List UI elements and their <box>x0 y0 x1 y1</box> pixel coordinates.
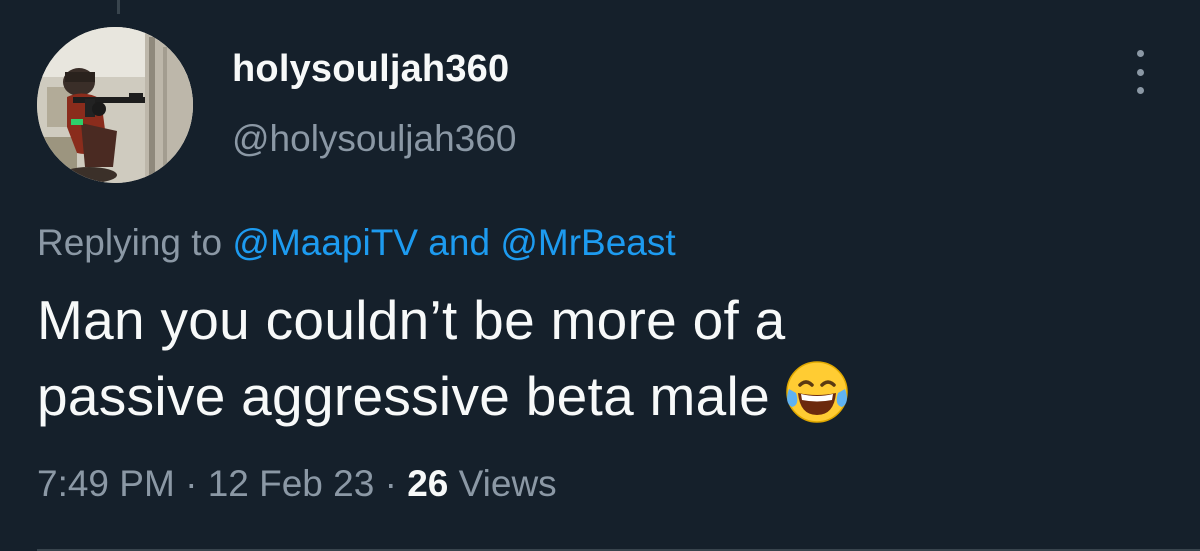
avatar-image <box>37 27 193 183</box>
meta-separator: · <box>384 463 397 504</box>
tweet-text-line-2: passive aggressive beta male <box>37 365 770 427</box>
mention-link-mrbeast[interactable]: @MrBeast <box>500 222 675 263</box>
avatar[interactable] <box>37 27 193 183</box>
thread-connector-line <box>117 0 120 14</box>
tweet-date[interactable]: 12 Feb 23 <box>208 463 375 504</box>
replying-to-label: Replying to <box>37 222 223 263</box>
replying-to-line: Replying to @MaapiTV and @MrBeast <box>37 222 676 264</box>
tweet-text-line-1: Man you couldn’t be more of a <box>37 289 786 351</box>
mention-link-maapitv[interactable]: @MaapiTV <box>232 222 418 263</box>
tweet-meta: 7:49 PM · 12 Feb 23 · 26 Views <box>37 463 557 505</box>
views-label: Views <box>458 463 557 504</box>
tweet-text: Man you couldn’t be more of a passive ag… <box>37 282 1147 444</box>
user-handle[interactable]: @holysouljah360 <box>232 118 516 160</box>
more-vertical-icon-dot <box>1136 87 1144 94</box>
tweet-time[interactable]: 7:49 PM <box>37 463 175 504</box>
more-options-button[interactable] <box>1120 50 1160 94</box>
meta-separator: · <box>185 463 198 504</box>
reply-conjunction: and <box>428 222 491 263</box>
tweet-card: holysouljah360 @holysouljah360 Replying … <box>0 0 1200 551</box>
views-count[interactable]: 26 <box>407 463 448 504</box>
more-vertical-icon-dot <box>1136 68 1144 76</box>
more-vertical-icon-dot <box>1136 50 1144 57</box>
display-name[interactable]: holysouljah360 <box>232 48 509 91</box>
tweet-text-line-2-wrapper: passive aggressive beta male <box>37 358 1147 444</box>
face-with-tears-of-joy-icon <box>784 359 850 444</box>
